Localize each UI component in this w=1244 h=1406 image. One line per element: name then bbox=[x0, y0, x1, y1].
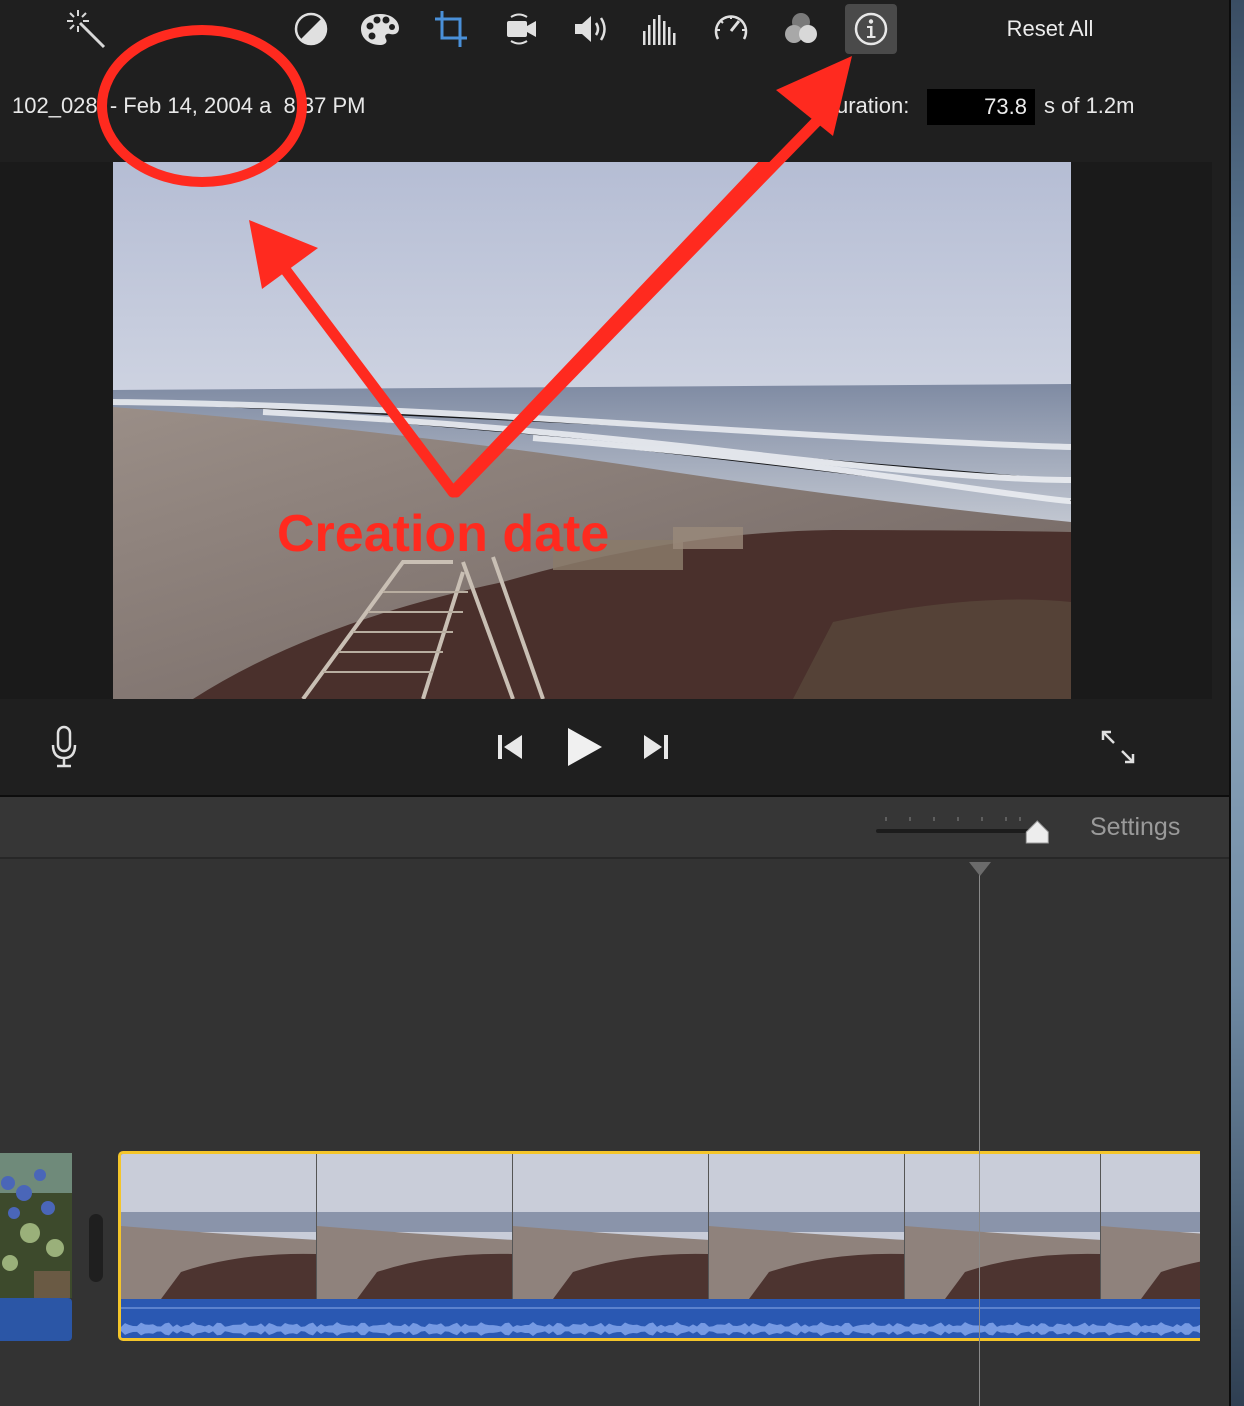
fullscreen-icon[interactable] bbox=[1096, 726, 1140, 768]
enhance-wand-icon[interactable] bbox=[60, 4, 112, 54]
duration-total: s of 1.2m bbox=[1044, 93, 1135, 118]
filmstrip-frame bbox=[1101, 1154, 1200, 1299]
filmstrip-frame bbox=[513, 1154, 709, 1299]
microphone-icon[interactable] bbox=[44, 722, 84, 772]
filmstrip-frame bbox=[905, 1154, 1101, 1299]
viewer-panel: Reset All 102_028 - Feb 14, 2004 a 8:37 … bbox=[0, 0, 1229, 797]
filmstrip-frame bbox=[709, 1154, 905, 1299]
desktop-background bbox=[1229, 0, 1244, 1406]
duration-field[interactable]: 73.8 bbox=[927, 89, 1035, 125]
color-correction-palette-icon[interactable] bbox=[354, 4, 406, 54]
clip-audio-waveform[interactable] bbox=[121, 1299, 1200, 1338]
timeline-settings-button[interactable]: Settings bbox=[1090, 812, 1180, 842]
crop-icon[interactable] bbox=[425, 4, 477, 54]
noise-equalizer-icon[interactable] bbox=[634, 4, 686, 54]
filmstrip-frame bbox=[121, 1154, 317, 1299]
clip-info-icon[interactable] bbox=[845, 4, 897, 54]
volume-icon[interactable] bbox=[565, 4, 617, 54]
duration-label: uration: bbox=[836, 93, 910, 118]
imovie-window: Reset All 102_028 - Feb 14, 2004 a 8:37 … bbox=[0, 0, 1229, 1406]
annotation-caption: Creation date bbox=[277, 505, 610, 563]
skip-forward-icon[interactable] bbox=[636, 725, 676, 769]
timeline-zoom-slider[interactable] bbox=[872, 812, 1058, 846]
previous-clip[interactable] bbox=[0, 1153, 72, 1341]
color-balance-icon[interactable] bbox=[285, 4, 337, 54]
reset-all-button[interactable]: Reset All bbox=[990, 14, 1110, 44]
previous-clip-audio bbox=[0, 1298, 72, 1341]
filmstrip-frame bbox=[317, 1154, 513, 1299]
stabilization-camera-icon[interactable] bbox=[495, 4, 547, 54]
clip-trim-handle[interactable] bbox=[89, 1214, 103, 1282]
play-icon[interactable] bbox=[560, 722, 608, 772]
video-overlay-icon[interactable] bbox=[775, 4, 827, 54]
clip-name-and-date[interactable]: 102_028 - Feb 14, 2004 a 8:37 PM bbox=[12, 92, 365, 120]
playhead-marker[interactable] bbox=[969, 862, 991, 876]
skip-back-icon[interactable] bbox=[490, 725, 530, 769]
playhead[interactable] bbox=[979, 862, 980, 1406]
speed-gauge-icon[interactable] bbox=[705, 4, 757, 54]
video-preview-frame[interactable] bbox=[113, 162, 1071, 699]
selected-clip[interactable] bbox=[118, 1151, 1200, 1341]
clip-filmstrip bbox=[121, 1154, 1200, 1299]
